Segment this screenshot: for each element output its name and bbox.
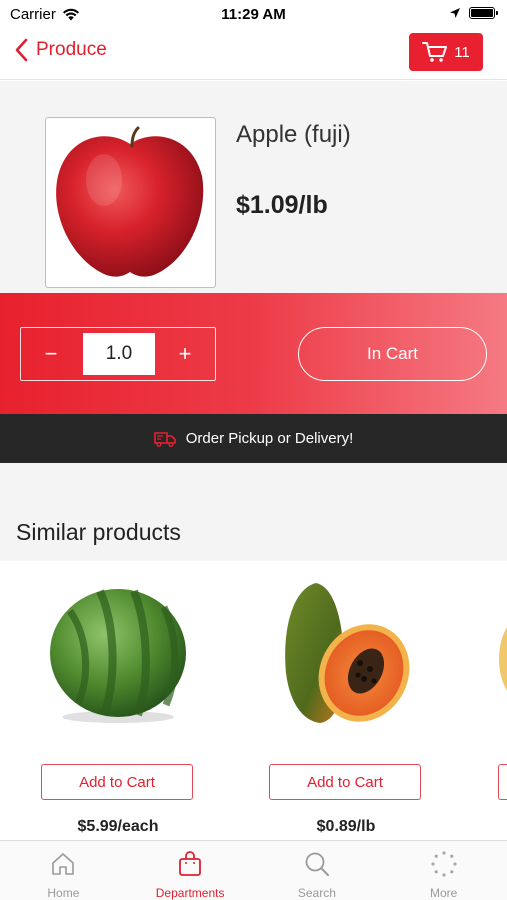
back-label: Produce	[36, 39, 107, 60]
similar-products-list[interactable]: Add to Cart $5.99/each Add to Cart $0.89…	[0, 561, 507, 840]
similar-products-title: Similar products	[16, 519, 181, 545]
quantity-stepper: − +	[20, 327, 216, 381]
tab-home[interactable]: Home	[0, 841, 127, 900]
status-right	[449, 7, 498, 19]
similar-product-card-partial[interactable]	[495, 561, 507, 840]
tab-more[interactable]: More	[380, 841, 507, 900]
nav-bar: Produce 11	[0, 30, 507, 80]
decrease-quantity-button[interactable]: −	[21, 328, 81, 379]
apple-image	[56, 126, 204, 277]
more-dots-icon	[431, 851, 457, 877]
partial-product-image	[499, 627, 507, 691]
status-time: 11:29 AM	[221, 6, 286, 23]
tab-more-label: More	[429, 886, 458, 900]
similar-products-header: Similar products	[0, 463, 507, 561]
cart-count: 11	[454, 43, 470, 61]
tab-home-label: Home	[47, 886, 80, 900]
quantity-input[interactable]	[83, 333, 155, 375]
watermelon-image	[50, 589, 186, 723]
battery-icon	[469, 7, 498, 19]
tab-departments-label: Departments	[155, 886, 225, 900]
promo-banner[interactable]: Order Pickup or Delivery!	[0, 414, 507, 463]
product-price: $1.09/lb	[236, 191, 328, 219]
similar-product-price: $0.89/lb	[316, 818, 376, 835]
add-to-cart-button[interactable]: Add to Cart	[41, 764, 193, 800]
papaya-image	[285, 583, 410, 723]
tab-search[interactable]: Search	[254, 841, 381, 900]
product-name: Apple (fuji)	[236, 121, 351, 148]
product-image	[45, 117, 216, 288]
shopping-cart-icon	[422, 42, 448, 62]
similar-product-price: $5.99/each	[77, 818, 159, 835]
in-cart-button[interactable]: In Cart	[298, 327, 487, 381]
search-icon	[305, 852, 329, 876]
tab-search-label: Search	[297, 886, 336, 900]
product-details: Apple (fuji) $1.09/lb	[0, 81, 507, 293]
delivery-truck-icon	[153, 431, 176, 447]
add-to-cart-button[interactable]: Add to Cart	[269, 764, 421, 800]
add-to-cart-button-partial[interactable]	[498, 764, 507, 800]
similar-product-card[interactable]: Add to Cart $0.89/lb	[232, 561, 460, 840]
cart-button[interactable]: 11	[409, 33, 483, 71]
similar-product-card[interactable]: Add to Cart $5.99/each	[4, 561, 232, 840]
home-icon	[52, 853, 75, 875]
add-to-cart-bar: − + In Cart	[0, 293, 507, 414]
tab-bar: Home Departments Search More	[0, 840, 507, 900]
tab-departments[interactable]: Departments	[127, 841, 254, 900]
location-arrow-icon	[450, 8, 460, 18]
chevron-left-icon	[15, 38, 28, 62]
promo-text: Order Pickup or Delivery!	[185, 430, 354, 447]
shopping-bag-icon	[179, 851, 202, 876]
back-button[interactable]: Produce	[14, 38, 107, 62]
increase-quantity-button[interactable]: +	[155, 328, 215, 379]
status-bar: Carrier 11:29 AM	[0, 0, 507, 30]
